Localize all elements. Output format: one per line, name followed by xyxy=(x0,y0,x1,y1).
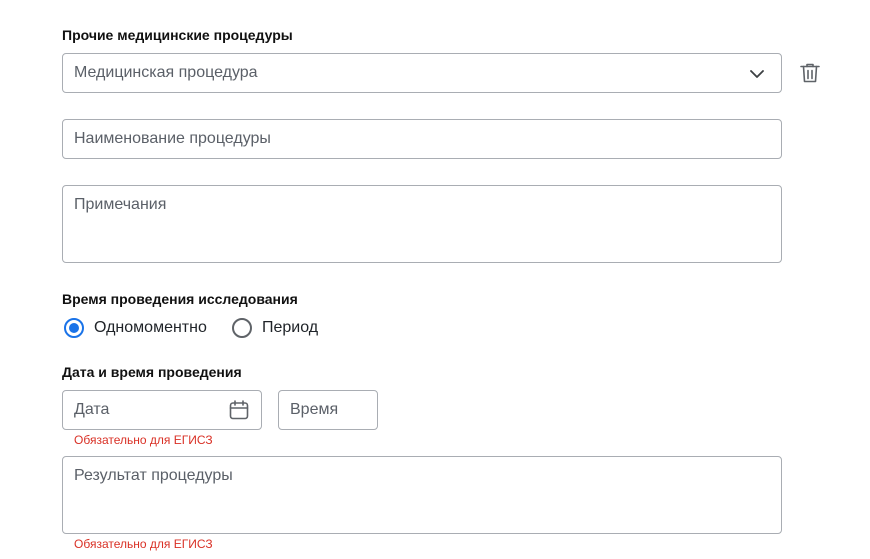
radio-label: Период xyxy=(262,319,319,336)
time-section-title: Время проведения исследования xyxy=(62,291,298,307)
radio-period[interactable]: Период xyxy=(230,317,330,339)
datetime-section-title: Дата и время проведения xyxy=(62,364,242,380)
radio-checked-icon xyxy=(64,318,84,338)
trash-icon xyxy=(798,61,822,85)
radio-single-moment[interactable]: Одномоментно xyxy=(62,317,207,339)
time-placeholder: Время xyxy=(290,401,339,418)
radio-label: Одномоментно xyxy=(94,319,207,336)
date-placeholder: Дата xyxy=(74,401,110,418)
procedure-select[interactable]: Медицинская процедура xyxy=(62,53,782,93)
date-required-hint: Обязательно для ЕГИСЗ xyxy=(74,433,213,447)
radio-unchecked-icon xyxy=(232,318,252,338)
procedure-name-input[interactable]: Наименование процедуры xyxy=(62,119,782,159)
calendar-icon[interactable] xyxy=(227,398,251,422)
date-input[interactable]: Дата xyxy=(62,390,262,430)
time-input[interactable]: Время xyxy=(278,390,378,430)
section-title: Прочие медицинские процедуры xyxy=(62,27,293,43)
notes-placeholder: Примечания xyxy=(74,196,167,213)
chevron-down-icon xyxy=(749,66,765,82)
result-required-hint: Обязательно для ЕГИСЗ xyxy=(74,537,213,551)
notes-textarea[interactable]: Примечания xyxy=(62,185,782,263)
delete-button[interactable] xyxy=(798,61,822,85)
result-textarea[interactable]: Результат процедуры xyxy=(62,456,782,534)
procedure-name-placeholder: Наименование процедуры xyxy=(74,130,271,147)
procedure-select-value: Медицинская процедура xyxy=(74,64,258,81)
result-placeholder: Результат процедуры xyxy=(74,467,233,484)
